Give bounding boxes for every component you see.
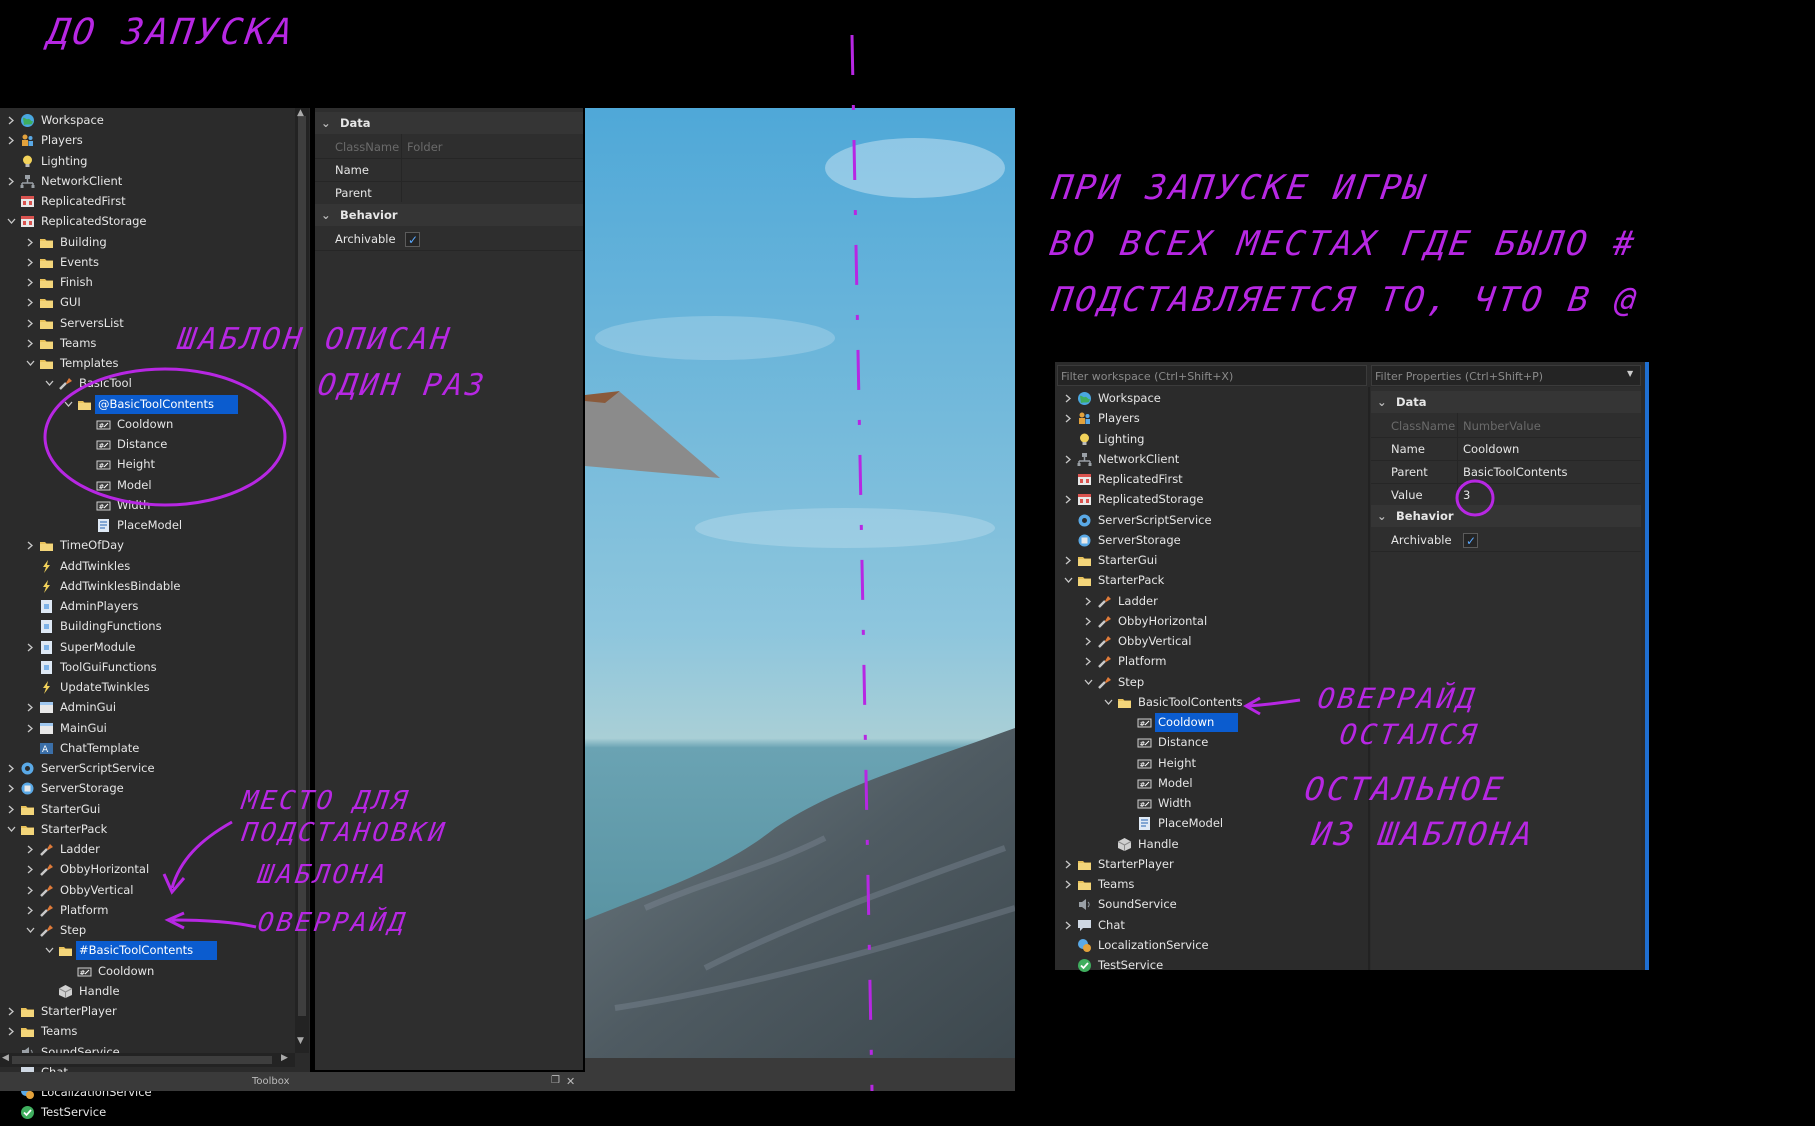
- annotation-override-left: ОВЕРРАЙД: [255, 908, 410, 938]
- annotation-template-note-2: ОДИН РАЗ: [315, 368, 489, 403]
- annotation-override-right-4: ИЗ ШАБЛОНА: [1309, 815, 1538, 853]
- annotation-template-note-1: ШАБЛОН ОПИСАН: [175, 322, 455, 357]
- annotation-place-note-2: ПОДСТАНОВКИ: [239, 818, 450, 848]
- annotation-place-note-1: МЕСТО ДЛЯ: [239, 786, 412, 816]
- check-circle-icon: [20, 1105, 35, 1120]
- annotation-override-right-2: ОСТАЛСЯ: [1337, 718, 1482, 751]
- annotation-override-right-1: ОВЕРРАЙД: [1315, 682, 1480, 715]
- annotation-place-note-3: ШАБЛОНА: [255, 860, 391, 890]
- explorer-item-testservice[interactable]: TestService: [0, 1103, 295, 1122]
- annotation-override-right-3: ОСТАЛЬНОЕ: [1302, 770, 1509, 808]
- explorer-item-label: TestService: [41, 1105, 107, 1120]
